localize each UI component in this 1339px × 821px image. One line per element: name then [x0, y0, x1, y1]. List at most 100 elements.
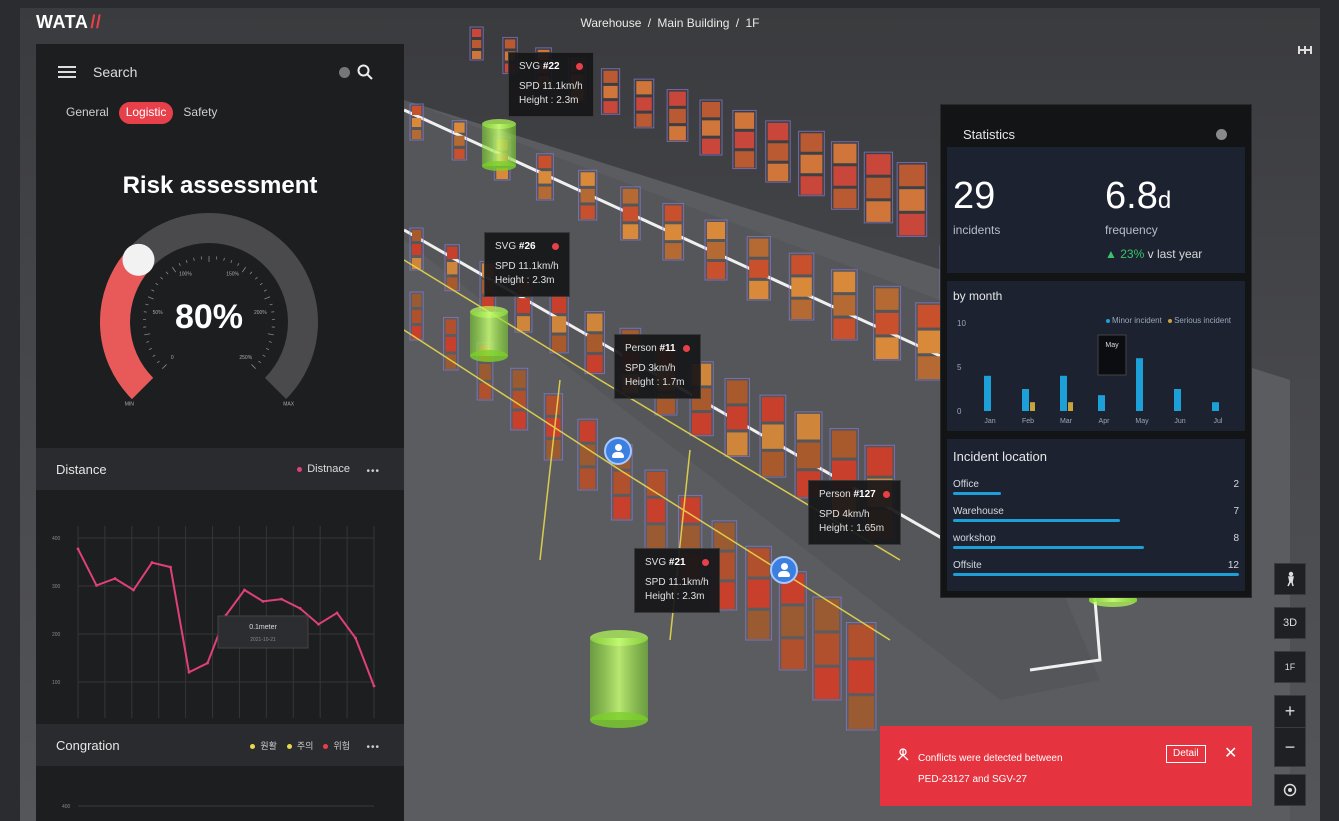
pallet-box — [899, 189, 925, 211]
pallet-box — [412, 130, 422, 139]
street-view-button[interactable] — [1274, 563, 1306, 595]
pallet-box — [664, 243, 682, 259]
person-label[interactable]: Person #127 SPD 4km/h Height : 1.65m — [808, 480, 901, 545]
gauge-tick — [155, 282, 159, 286]
gauge-tick — [259, 282, 263, 286]
vehicle-label[interactable]: SVG #26 SPD 11.1km/h Height : 2.3m — [484, 232, 570, 297]
more-icon[interactable]: ••• — [366, 466, 380, 477]
incident-location-title: Incident location — [953, 449, 1047, 464]
pallet-box — [636, 97, 652, 111]
congestion-chart[interactable]: 400 — [44, 794, 389, 821]
pallet-box — [734, 131, 755, 149]
pallet-box — [727, 432, 748, 456]
pallet-box — [800, 154, 823, 174]
pallet-box — [579, 421, 596, 442]
legend-item: 위험 — [323, 739, 350, 752]
pallet-box — [791, 277, 812, 297]
location-row[interactable]: Office 2 — [953, 479, 1239, 505]
incidents-value: 29 — [953, 175, 996, 217]
clear-icon[interactable] — [339, 67, 350, 78]
gauge-tick — [262, 354, 266, 357]
pallet-box — [814, 667, 840, 699]
pallet-box — [702, 102, 720, 118]
search-input[interactable]: Search — [93, 64, 137, 80]
pallet-box — [445, 319, 457, 334]
y-tick: 300 — [52, 584, 61, 590]
pallet-box — [579, 468, 596, 489]
distance-point — [298, 606, 302, 610]
x-tick: May — [1135, 418, 1149, 425]
pallet-box — [767, 143, 789, 161]
sgv-cylinder[interactable] — [470, 306, 508, 362]
pallet-box — [447, 262, 458, 275]
pallet-box — [702, 138, 720, 154]
status-dot — [575, 63, 583, 70]
minor-bar — [1136, 358, 1143, 411]
distance-point — [261, 600, 265, 603]
tab-general[interactable]: General — [62, 102, 113, 124]
locate-button[interactable] — [1274, 774, 1306, 806]
month-chart[interactable]: 10 5 0 Jan Feb Mar Apr May Jun Jul May — [947, 309, 1245, 431]
pallet-box — [454, 148, 465, 159]
vehicle-label[interactable]: SVG #21 SPD 11.1km/h Height : 2.3m — [634, 548, 720, 613]
pallet-box — [875, 337, 899, 359]
statistics-title: Statistics — [963, 127, 1016, 142]
pallet-box — [647, 498, 665, 523]
pallet-box — [669, 108, 686, 124]
person-marker-icon[interactable] — [604, 437, 632, 465]
congestion-header: Congration 원활 주의 위험 ••• — [36, 724, 404, 766]
tab-safety[interactable]: Safety — [179, 102, 221, 124]
zoom-out-button[interactable]: − — [1274, 727, 1306, 767]
pallet-box — [587, 334, 603, 352]
breadcrumb-item[interactable]: Main Building — [657, 16, 729, 30]
sgv-cylinder[interactable] — [590, 630, 648, 728]
close-icon[interactable]: ✕ — [1224, 743, 1237, 763]
menu-icon[interactable] — [58, 66, 76, 78]
pallet-box — [899, 213, 925, 236]
tab-logistic[interactable]: Logistic — [118, 102, 174, 124]
breadcrumb-item[interactable]: Warehouse — [580, 16, 641, 30]
pallet-box — [747, 610, 770, 639]
vehicle-label[interactable]: SVG #22 SPD 11.1km/h Height : 2.3m — [508, 52, 594, 117]
location-bar — [953, 573, 1239, 576]
location-row[interactable]: Warehouse 7 — [953, 506, 1239, 532]
search-bar[interactable]: Search — [36, 58, 404, 86]
breadcrumb-item[interactable]: 1F — [745, 16, 759, 30]
tooltip-label: May — [1105, 342, 1119, 349]
location-row[interactable]: workshop 8 — [953, 533, 1239, 559]
pallet-box — [833, 166, 857, 186]
floor-button[interactable]: 1F — [1274, 651, 1306, 683]
pallet-box — [749, 280, 769, 299]
distance-chart[interactable]: 400 300 200 100 0.1meter 2021-10-21 — [44, 518, 389, 726]
search-icon[interactable] — [356, 63, 374, 81]
pallet-box — [454, 135, 465, 146]
settings-icon[interactable] — [1216, 129, 1227, 140]
pallet-box — [866, 201, 891, 222]
pallet-box — [412, 326, 422, 339]
detail-button[interactable]: Detail — [1166, 745, 1206, 763]
pallet-box — [917, 304, 942, 328]
location-row[interactable]: Offsite 12 — [953, 560, 1239, 586]
pallet-box — [875, 312, 899, 335]
pallet-box — [472, 40, 482, 48]
pallet-box — [587, 313, 603, 332]
person-marker-icon[interactable] — [770, 556, 798, 584]
pallet-box — [517, 316, 530, 332]
legend-item: 원활 — [250, 739, 277, 752]
pallet-box — [664, 205, 682, 222]
layers-icon[interactable] — [1296, 42, 1314, 60]
pallet-box — [472, 51, 482, 59]
gauge-tick-label: 100% — [179, 272, 192, 278]
view-3d-button[interactable]: 3D — [1274, 607, 1306, 639]
pallet-box — [848, 696, 874, 729]
zoom-in-button[interactable]: + — [1274, 695, 1306, 727]
risk-title: Risk assessment — [122, 172, 318, 199]
pallet-box — [412, 244, 422, 255]
y-tick: 0 — [957, 407, 962, 416]
by-month-card: by month Minor incident Serious incident… — [947, 281, 1245, 431]
incident-location-card: Incident location Office 2 Warehouse 7 wor… — [947, 439, 1245, 591]
more-icon[interactable]: ••• — [366, 742, 380, 753]
distance-point — [169, 565, 172, 569]
person-label[interactable]: Person #11 SPD 3km/h Height : 1.7m — [614, 334, 701, 399]
sgv-cylinder[interactable] — [482, 119, 516, 171]
